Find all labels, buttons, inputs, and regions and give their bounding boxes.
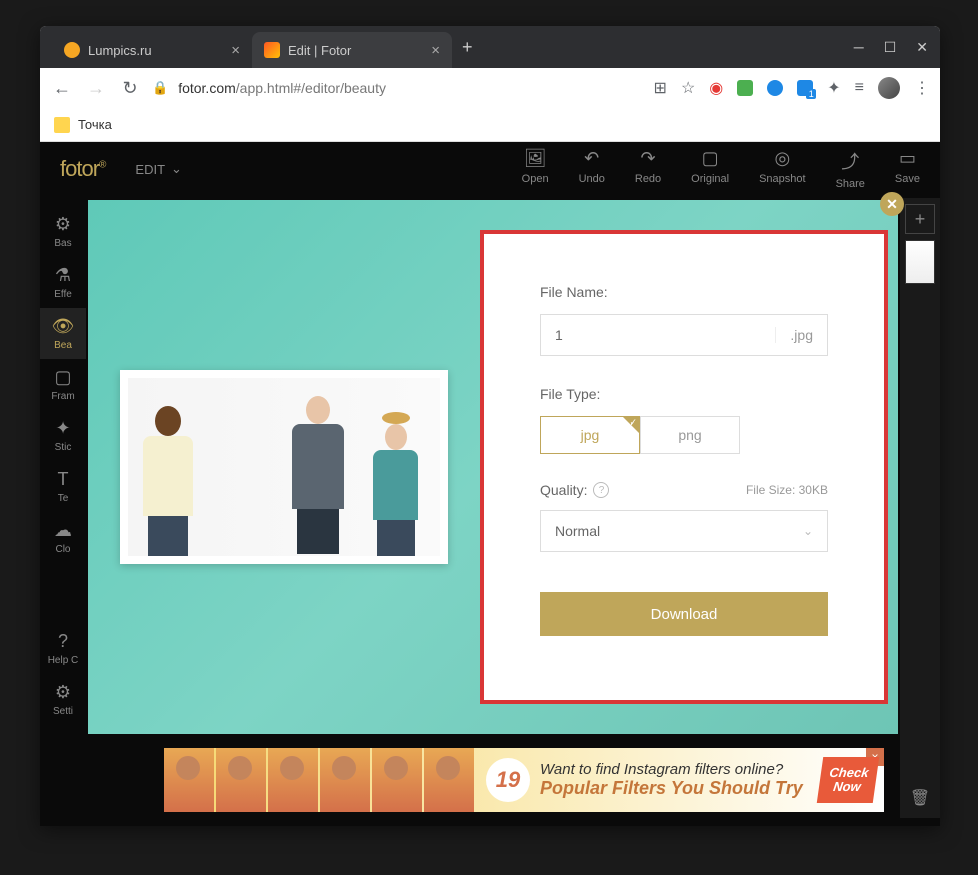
profile-avatar[interactable] xyxy=(878,77,900,99)
stickers-tool[interactable]: ✦Stic xyxy=(40,410,86,461)
extension-icon[interactable] xyxy=(737,80,753,96)
favicon-icon xyxy=(264,42,280,58)
reading-list-icon[interactable]: ≡ xyxy=(855,79,864,97)
save-panel: File Name: .jpg File Type: jpg png Quali… xyxy=(480,230,888,704)
filetype-label: File Type: xyxy=(540,386,828,402)
original-button[interactable]: ▢Original xyxy=(691,148,729,190)
beauty-tool[interactable]: 👁Bea xyxy=(40,308,86,359)
banner-text: Want to find Instagram filters online? P… xyxy=(540,761,820,799)
save-icon: ▭ xyxy=(899,148,916,169)
minimize-icon[interactable]: ─ xyxy=(854,39,864,56)
left-toolbar: ⚙Bas ⚗Effe 👁Bea ▢Fram ✦Stic TTe ☁Clo ?He… xyxy=(40,196,86,725)
redo-icon: ↷ xyxy=(640,148,655,169)
thumbnail[interactable] xyxy=(905,240,935,284)
reload-button[interactable]: ↻ xyxy=(118,78,142,99)
favicon-icon xyxy=(64,42,80,58)
close-modal-button[interactable]: ✕ xyxy=(880,192,904,216)
menu-icon[interactable]: ⋮ xyxy=(914,78,930,98)
check-now-button[interactable]: CheckNow xyxy=(817,757,879,803)
folder-icon xyxy=(54,117,70,133)
titlebar: Lumpics.ru × Edit | Fotor × + ─ ☐ ✕ xyxy=(40,26,940,68)
translate-icon[interactable]: ⊞ xyxy=(654,78,667,98)
help-tool[interactable]: ?Help C xyxy=(40,623,86,674)
help-icon[interactable]: ? xyxy=(593,482,609,498)
quality-label: Quality:? xyxy=(540,482,609,498)
lock-icon[interactable]: 🔒 xyxy=(152,80,168,96)
app-header: fotor® EDIT ⌄ 🖼Open ↶Undo ↷Redo ▢Origina… xyxy=(40,142,940,196)
filetype-jpg[interactable]: jpg xyxy=(540,416,640,454)
trash-icon[interactable]: 🗑 xyxy=(900,788,940,808)
redo-button[interactable]: ↷Redo xyxy=(635,148,661,190)
share-button[interactable]: ⤴Share xyxy=(836,148,865,190)
tab-title: Edit | Fotor xyxy=(288,43,351,58)
image-icon: 🖼 xyxy=(524,148,547,169)
help-icon: ? xyxy=(58,631,68,652)
text-icon: T xyxy=(58,469,69,490)
download-button[interactable]: Download xyxy=(540,592,828,636)
basic-tool[interactable]: ⚙Bas xyxy=(40,206,86,257)
quality-select[interactable]: Normal ⌄ xyxy=(540,510,828,552)
filename-input[interactable] xyxy=(541,327,775,343)
extension-icon[interactable] xyxy=(797,80,813,96)
extension-icon[interactable] xyxy=(767,80,783,96)
url-field[interactable]: fotor.com/app.html#/editor/beauty xyxy=(178,80,643,96)
preview-area xyxy=(88,200,480,734)
image-icon: ▢ xyxy=(702,148,719,169)
cloud-tool[interactable]: ☁Clo xyxy=(40,512,86,563)
ad-banner[interactable]: × 19 Want to find Instagram filters onli… xyxy=(164,748,884,812)
close-icon[interactable]: × xyxy=(431,42,440,59)
save-button[interactable]: ▭Save xyxy=(895,148,920,190)
camera-icon: ◎ xyxy=(774,148,790,169)
text-tool[interactable]: TTe xyxy=(40,461,86,512)
modal-overlay: ✕ File Name: .jpg xyxy=(86,196,900,826)
window-controls: ─ ☐ ✕ xyxy=(854,39,928,56)
bookmark-item[interactable]: Точка xyxy=(78,117,112,132)
bookmarks-bar: Точка xyxy=(40,108,940,142)
app-container: fotor® EDIT ⌄ 🖼Open ↶Undo ↷Redo ▢Origina… xyxy=(40,142,940,826)
address-bar: ← → ↻ 🔒 fotor.com/app.html#/editor/beaut… xyxy=(40,68,940,108)
frame-icon: ▢ xyxy=(54,367,71,388)
back-button[interactable]: ← xyxy=(50,78,74,99)
save-modal: ✕ File Name: .jpg xyxy=(88,200,898,734)
filename-label: File Name: xyxy=(540,284,828,300)
right-panel: + 🗑 xyxy=(900,198,940,818)
browser-window: Lumpics.ru × Edit | Fotor × + ─ ☐ ✕ ← → … xyxy=(40,26,940,826)
edit-dropdown[interactable]: EDIT ⌄ xyxy=(135,161,182,177)
close-icon[interactable]: × xyxy=(231,42,240,59)
star-icon[interactable]: ☆ xyxy=(681,78,695,98)
tab-lumpics[interactable]: Lumpics.ru × xyxy=(52,32,252,68)
extensions-icon[interactable]: ✦ xyxy=(827,78,840,98)
open-button[interactable]: 🖼Open xyxy=(522,148,549,190)
close-window-icon[interactable]: ✕ xyxy=(916,39,928,56)
banner-number: 19 xyxy=(486,758,530,802)
filesize-label: File Size: 30KB xyxy=(746,483,828,497)
maximize-icon[interactable]: ☐ xyxy=(884,39,897,56)
forward-button[interactable]: → xyxy=(84,78,108,99)
add-button[interactable]: + xyxy=(905,204,935,234)
gear-icon: ⚙ xyxy=(55,682,71,703)
sticker-icon: ✦ xyxy=(55,418,70,439)
undo-icon: ↶ xyxy=(584,148,599,169)
filetype-png[interactable]: png xyxy=(640,416,740,454)
flask-icon: ⚗ xyxy=(55,265,71,286)
eye-icon: 👁 xyxy=(52,316,75,337)
share-icon: ⤴ xyxy=(841,148,859,174)
logo[interactable]: fotor® xyxy=(60,156,105,182)
chevron-down-icon: ⌄ xyxy=(803,524,813,538)
tab-fotor[interactable]: Edit | Fotor × xyxy=(252,32,452,68)
frames-tool[interactable]: ▢Fram xyxy=(40,359,86,410)
chevron-down-icon: ⌄ xyxy=(171,161,182,177)
sliders-icon: ⚙ xyxy=(55,214,71,235)
tab-title: Lumpics.ru xyxy=(88,43,152,58)
extension-icon[interactable]: ◉ xyxy=(709,78,723,98)
cloud-icon: ☁ xyxy=(54,520,72,541)
image-preview xyxy=(120,370,448,564)
new-tab-button[interactable]: + xyxy=(452,37,483,58)
snapshot-button[interactable]: ◎Snapshot xyxy=(759,148,805,190)
undo-button[interactable]: ↶Undo xyxy=(579,148,605,190)
file-extension: .jpg xyxy=(775,327,827,343)
settings-tool[interactable]: ⚙Setti xyxy=(40,674,86,725)
effects-tool[interactable]: ⚗Effe xyxy=(40,257,86,308)
